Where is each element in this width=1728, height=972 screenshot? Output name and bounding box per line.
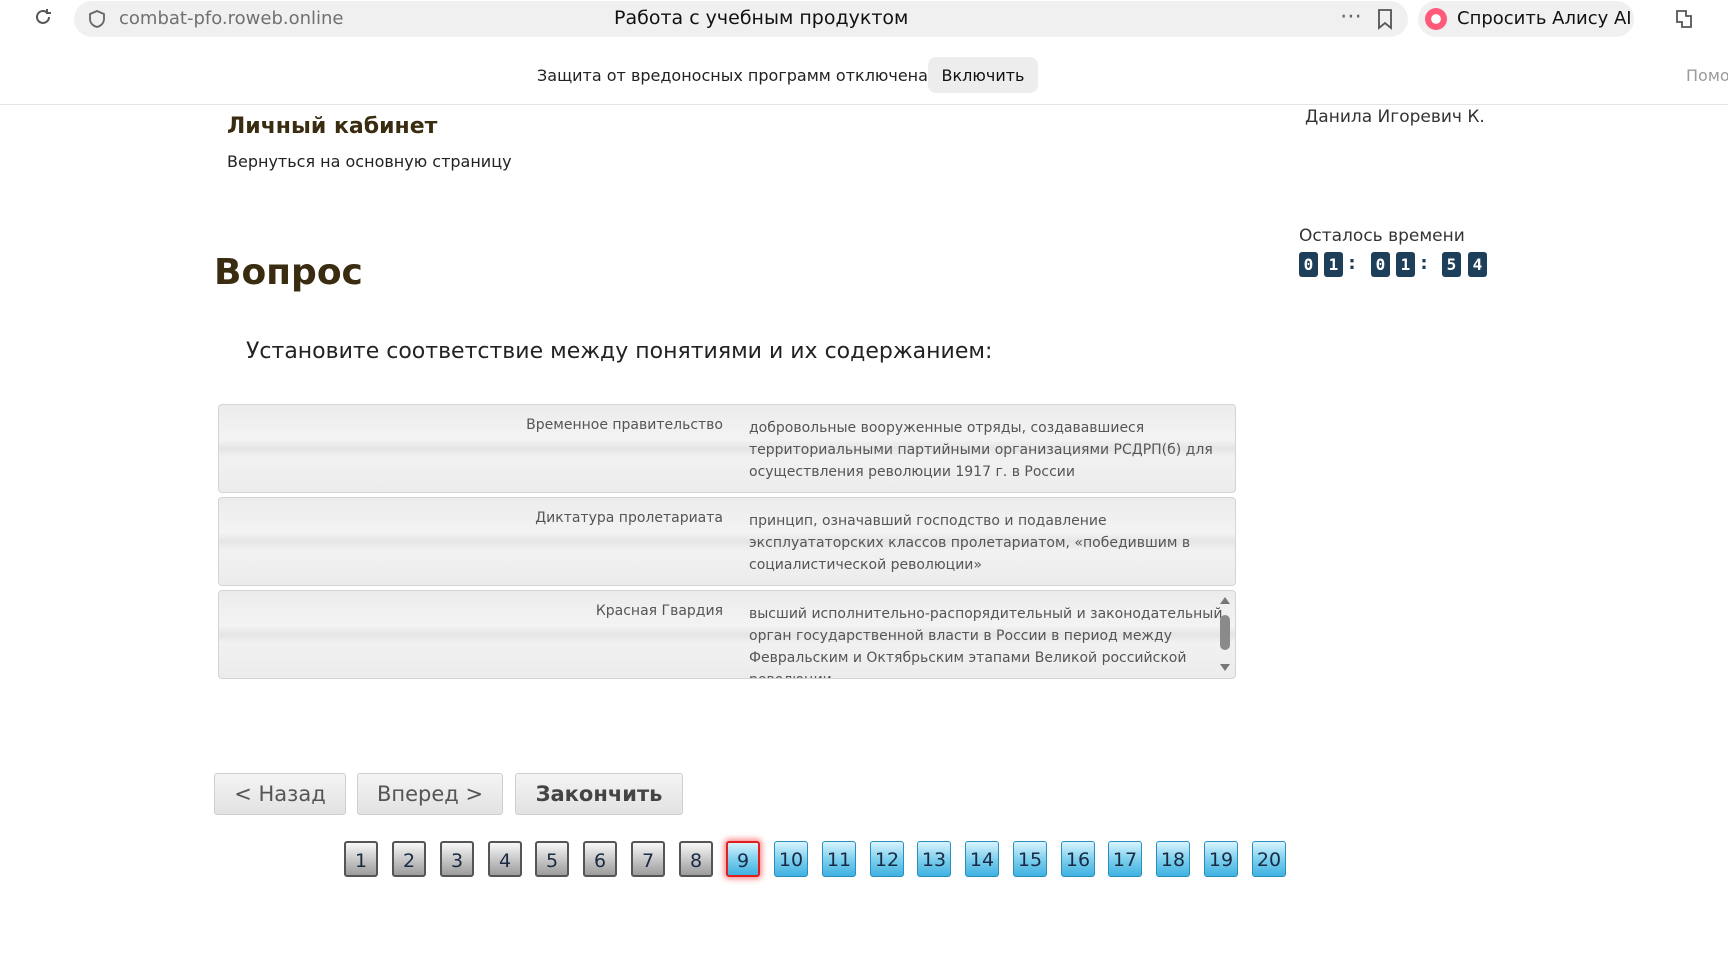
scroll-up-icon[interactable]	[1220, 597, 1230, 604]
timer-digit: 4	[1468, 252, 1487, 277]
concept-label: Временное правительство	[526, 417, 723, 433]
timer-digit: 1	[1324, 252, 1343, 277]
forward-button[interactable]: Вперед >	[357, 773, 503, 815]
page-button-7[interactable]: 7	[631, 841, 665, 877]
page-button-19[interactable]: 19	[1204, 841, 1238, 877]
more-icon[interactable]: ⋯	[1340, 4, 1363, 29]
reload-icon[interactable]	[32, 6, 54, 28]
help-link[interactable]: Помо	[1686, 66, 1728, 85]
definition-text[interactable]: добровольные вооруженные отряды, создава…	[749, 417, 1224, 483]
page-button-15[interactable]: 15	[1013, 841, 1047, 877]
question-text: Установите соответствие между понятиями …	[246, 339, 993, 364]
question-heading: Вопрос	[214, 252, 363, 293]
scroll-down-icon[interactable]	[1220, 664, 1230, 671]
protection-message: Защита от вредоносных программ отключена	[537, 66, 928, 85]
extensions-icon[interactable]	[1672, 7, 1696, 31]
definition-scrollbar[interactable]	[1218, 593, 1232, 675]
page-button-14[interactable]: 14	[965, 841, 999, 877]
timer-digit: 1	[1396, 252, 1415, 277]
page-button-12[interactable]: 12	[870, 841, 904, 877]
definition-text[interactable]: принцип, означавший господство и подавле…	[749, 510, 1224, 576]
match-row[interactable]: Красная Гвардия высший исполнительно-рас…	[218, 590, 1236, 679]
cabinet-title: Личный кабинет	[227, 114, 438, 139]
match-row[interactable]: Диктатура пролетариата принцип, означавш…	[218, 497, 1236, 586]
timer-digit: 5	[1442, 252, 1461, 277]
page-button-4[interactable]: 4	[488, 841, 522, 877]
page-button-6[interactable]: 6	[583, 841, 617, 877]
match-row[interactable]: Временное правительство добровольные воо…	[218, 404, 1236, 493]
timer-colon: :	[1348, 253, 1356, 274]
user-name: Данила Игоревич К.	[1305, 107, 1485, 127]
timer-digit: 0	[1299, 252, 1318, 277]
page-button-1[interactable]: 1	[344, 841, 378, 877]
back-button[interactable]: < Назад	[214, 773, 346, 815]
timer-colon: :	[1420, 253, 1428, 274]
page-button-10[interactable]: 10	[774, 841, 808, 877]
concept-label: Красная Гвардия	[595, 603, 723, 619]
page-button-3[interactable]: 3	[440, 841, 474, 877]
scroll-thumb[interactable]	[1220, 615, 1230, 650]
bookmark-icon[interactable]	[1376, 8, 1394, 30]
browser-toolbar: combat-pfo.roweb.online Работа с учебным…	[0, 0, 1728, 38]
shield-icon[interactable]	[88, 9, 106, 29]
page-button-8[interactable]: 8	[679, 841, 713, 877]
url-text[interactable]: combat-pfo.roweb.online	[119, 8, 344, 29]
protection-bar: Защита от вредоносных программ отключена…	[0, 38, 1728, 105]
page-button-20[interactable]: 20	[1252, 841, 1286, 877]
timer-label: Осталось времени	[1299, 226, 1465, 246]
page-button-9[interactable]: 9	[726, 841, 760, 877]
finish-button[interactable]: Закончить	[515, 773, 683, 815]
page-button-11[interactable]: 11	[822, 841, 856, 877]
concept-label: Диктатура пролетариата	[535, 510, 723, 526]
page-button-17[interactable]: 17	[1108, 841, 1142, 877]
enable-protection-button[interactable]: Включить	[928, 57, 1038, 93]
page-title-bar: Работа с учебным продуктом	[614, 7, 909, 29]
alice-label[interactable]: Спросить Алису AI	[1457, 8, 1632, 29]
page-button-18[interactable]: 18	[1156, 841, 1190, 877]
page-button-2[interactable]: 2	[392, 841, 426, 877]
definition-text[interactable]: высший исполнительно-распорядительный и …	[749, 603, 1224, 678]
page-button-13[interactable]: 13	[917, 841, 951, 877]
alice-icon	[1425, 8, 1447, 30]
timer-digit: 0	[1371, 252, 1390, 277]
page-button-5[interactable]: 5	[535, 841, 569, 877]
back-to-main-link[interactable]: Вернуться на основную страницу	[227, 152, 512, 171]
page-button-16[interactable]: 16	[1061, 841, 1095, 877]
